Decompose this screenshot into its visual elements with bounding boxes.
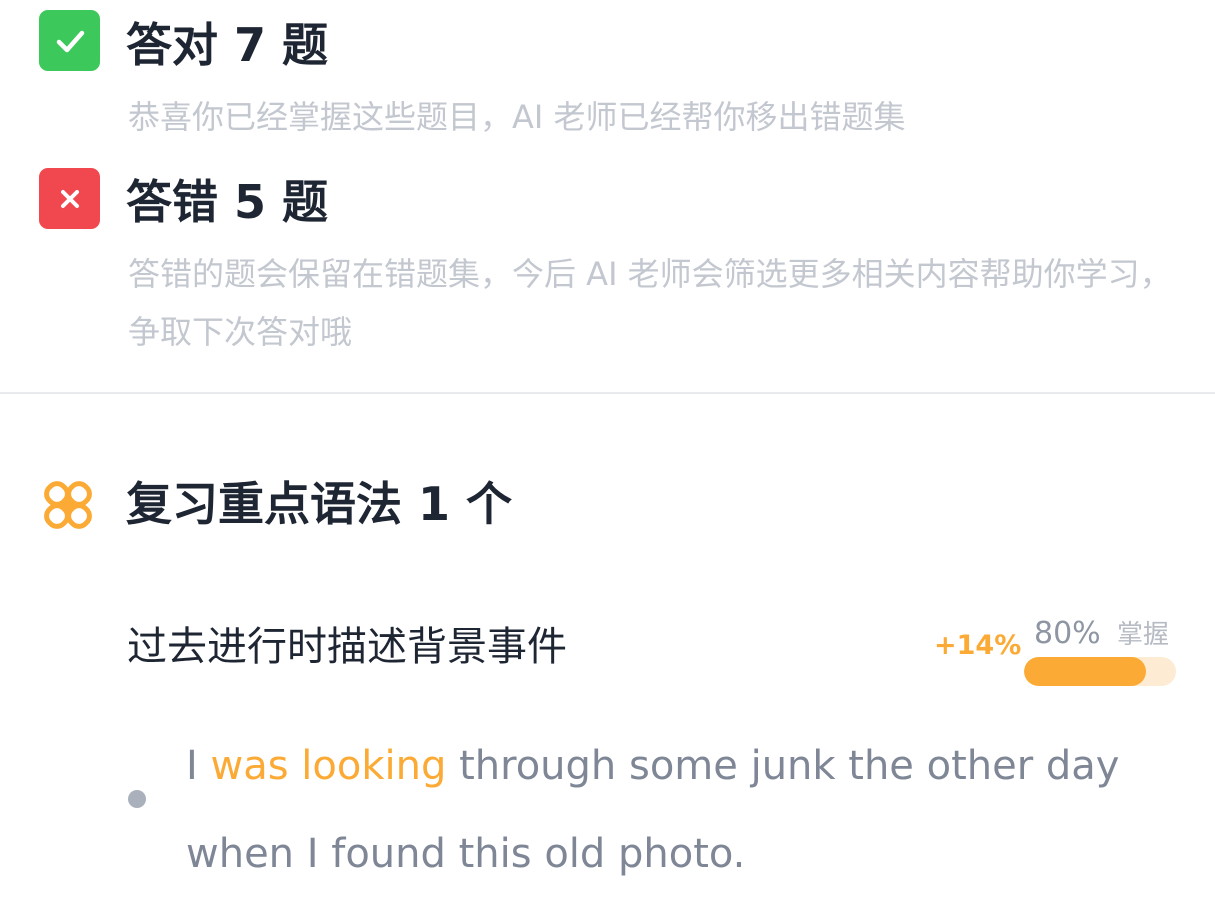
- example-highlight: was looking: [210, 743, 447, 789]
- section-divider: [0, 392, 1215, 394]
- review-grammar-title: 复习重点语法 1 个: [126, 477, 513, 531]
- checkmark-icon: [56, 30, 84, 52]
- mastery-delta: +14%: [934, 630, 1022, 661]
- cross-icon: [60, 189, 79, 208]
- correct-badge: [39, 10, 100, 71]
- bullet-dot-icon: [128, 790, 146, 808]
- mastery-progress-fill: [1024, 657, 1146, 686]
- mastery-label: 掌握: [1117, 620, 1170, 650]
- grammar-point-name: 过去进行时描述背景事件: [127, 624, 567, 670]
- example-sentence: I was looking through some junk the othe…: [186, 722, 1186, 898]
- wrong-count-title: 答错 5 题: [126, 175, 329, 229]
- correct-count-title: 答对 7 题: [126, 18, 329, 72]
- mastery-progress-bar: [1024, 657, 1176, 686]
- wrong-description: 答错的题会保留在错题集，今后 AI 老师会筛选更多相关内容帮助你学习，争取下次答…: [128, 255, 1172, 351]
- grammar-knot-icon: [44, 481, 92, 529]
- example-text-before: I: [186, 743, 211, 789]
- mastery-percent: 80%: [1034, 616, 1101, 651]
- wrong-badge: [39, 168, 100, 229]
- correct-description: 恭喜你已经掌握这些题目，AI 老师已经帮你移出错题集: [128, 98, 906, 136]
